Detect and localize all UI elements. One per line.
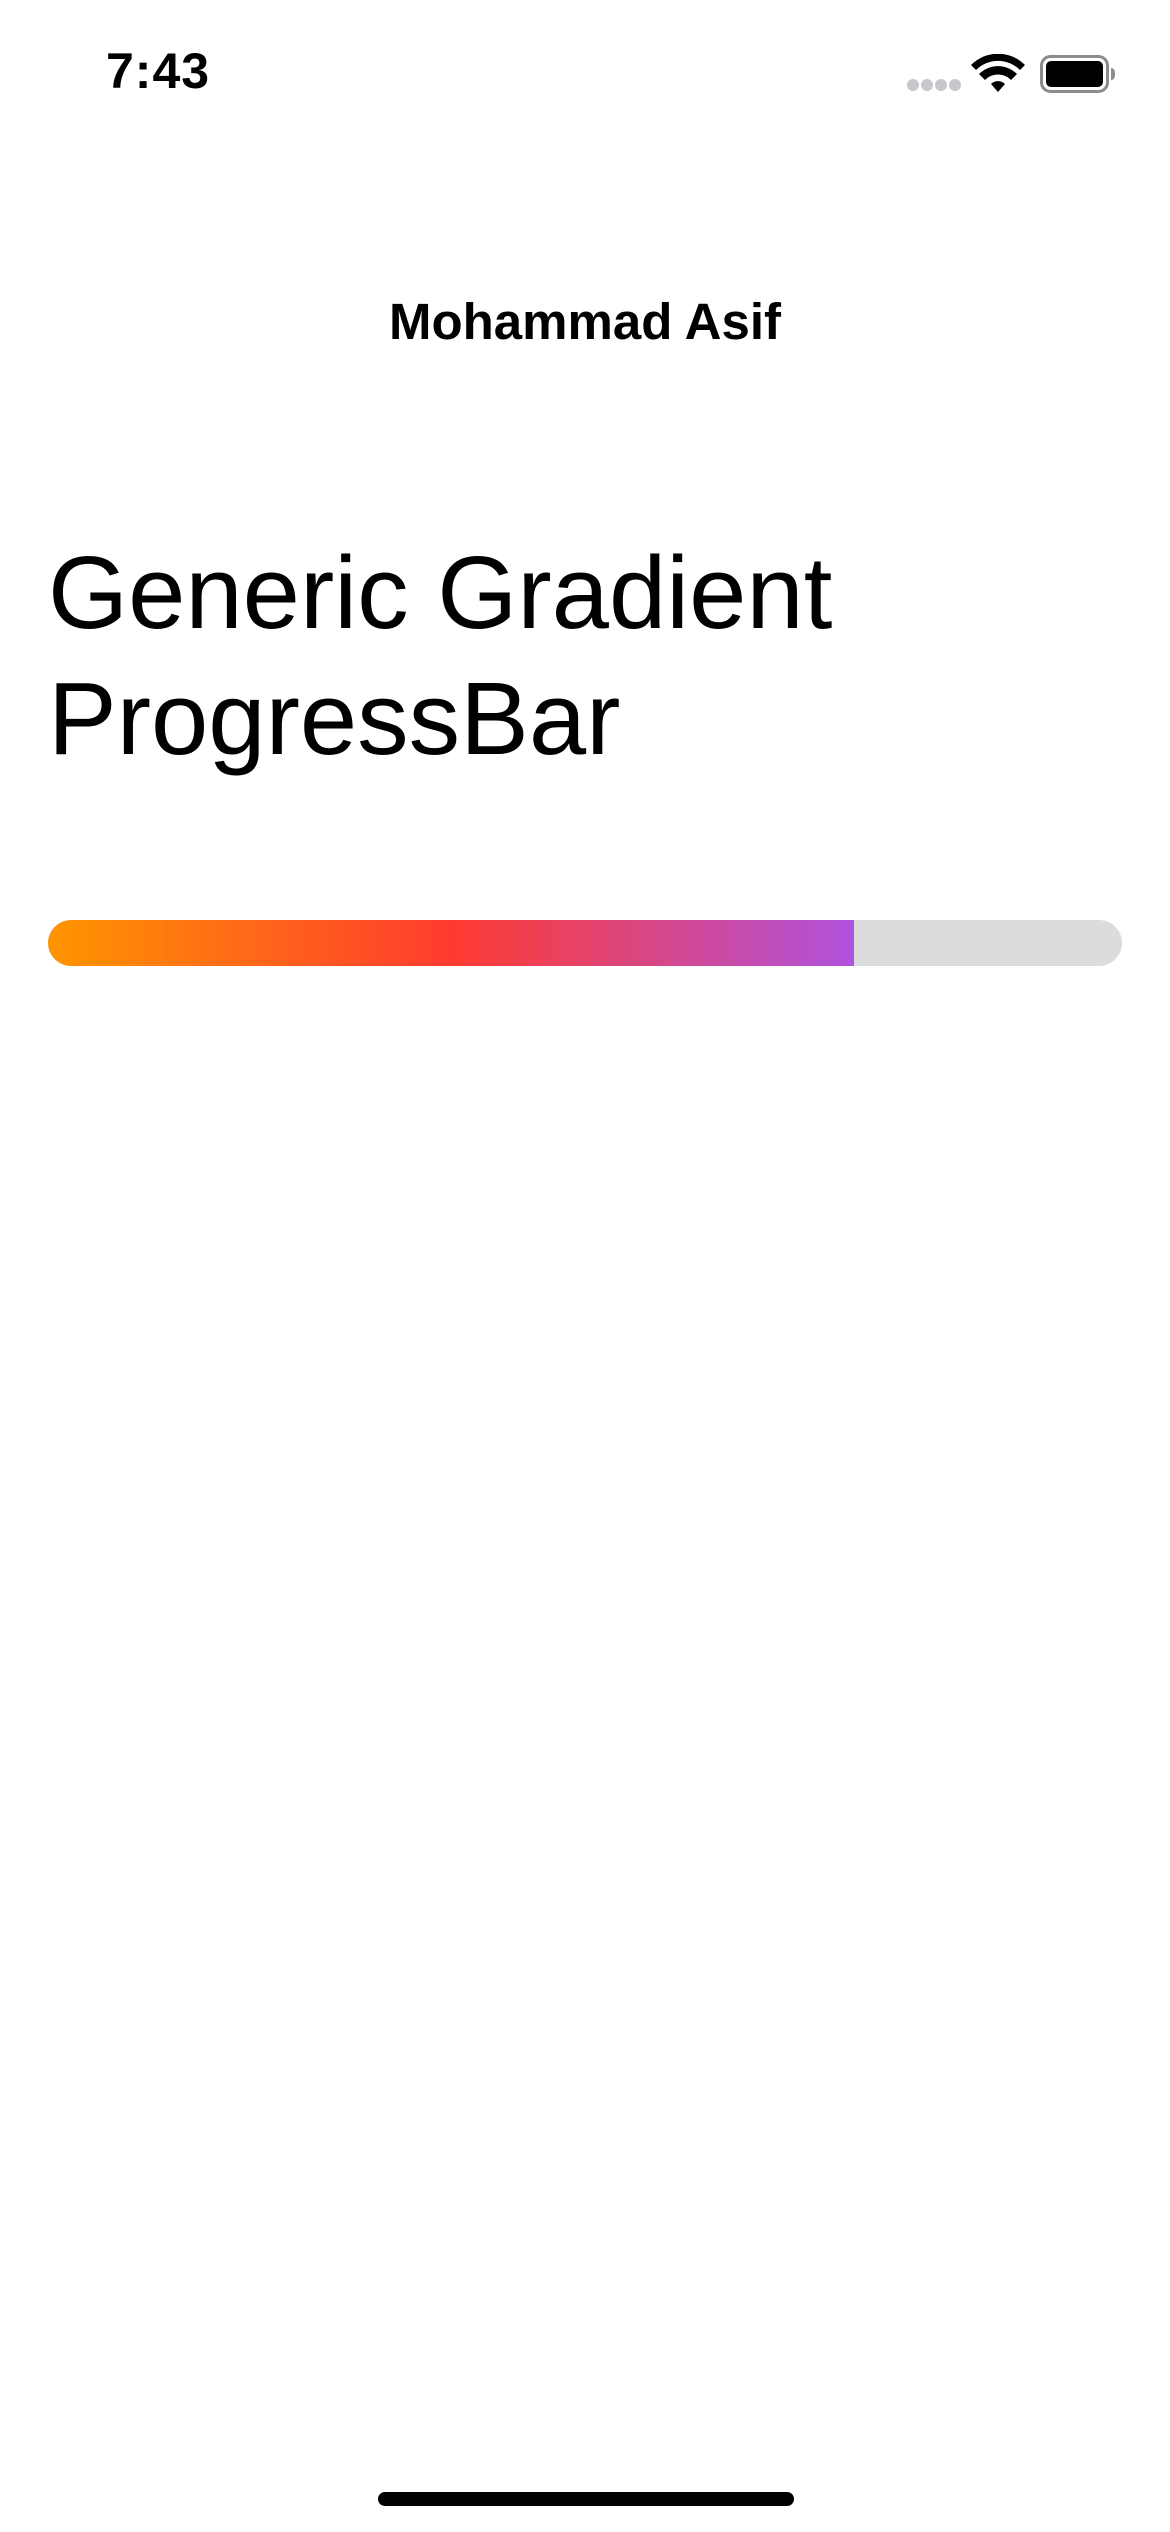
gradient-progress-bar bbox=[48, 920, 1122, 966]
status-bar: 7:43 bbox=[0, 0, 1170, 150]
cellular-signal-dots-icon bbox=[907, 79, 961, 91]
wifi-icon bbox=[971, 54, 1025, 92]
page-title-line-2: ProgressBar bbox=[48, 661, 621, 776]
navigation-title: Mohammad Asif bbox=[389, 293, 781, 350]
page-title-line-1: Generic Gradient bbox=[48, 535, 833, 650]
home-indicator[interactable] bbox=[378, 2492, 794, 2506]
battery-full-icon bbox=[1040, 55, 1115, 93]
page-title: Generic Gradient ProgressBar bbox=[48, 530, 1122, 782]
status-time: 7:43 bbox=[106, 43, 211, 99]
progress-bar-fill bbox=[48, 920, 854, 966]
